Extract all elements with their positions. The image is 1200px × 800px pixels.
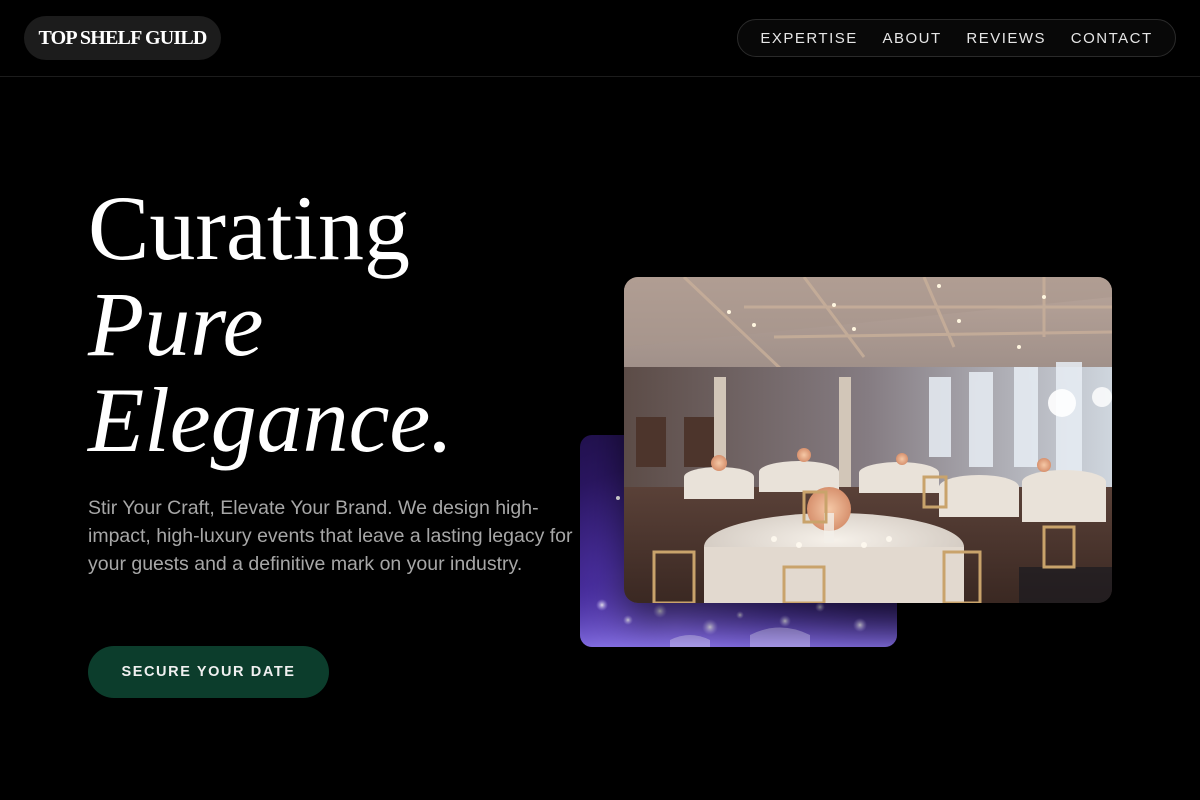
hero-headline: Curating Pure Elegance. [88, 180, 568, 468]
headline-line-1: Curating [88, 177, 410, 279]
site-header: TOP SHELF GUILD EXPERTISE ABOUT REVIEWS … [0, 0, 1200, 77]
nav-link-contact[interactable]: CONTACT [1071, 30, 1153, 47]
main-nav: EXPERTISE ABOUT REVIEWS CONTACT [737, 19, 1176, 57]
landing-page: TOP SHELF GUILD EXPERTISE ABOUT REVIEWS … [0, 0, 1200, 800]
headline-line-2: Pure [88, 273, 264, 375]
hero-description: Stir Your Craft, Elevate Your Brand. We … [88, 497, 573, 575]
nav-link-about[interactable]: ABOUT [882, 30, 941, 47]
headline-line-3: Elegance. [88, 369, 454, 471]
brand-logo[interactable]: TOP SHELF GUILD [24, 16, 221, 60]
banquet-hall-photo [624, 277, 1112, 603]
brand-name: TOP SHELF GUILD [38, 26, 207, 49]
secure-date-button[interactable]: SECURE YOUR DATE [88, 646, 329, 698]
nav-link-expertise[interactable]: EXPERTISE [760, 30, 857, 47]
nav-link-reviews[interactable]: REVIEWS [966, 30, 1046, 47]
